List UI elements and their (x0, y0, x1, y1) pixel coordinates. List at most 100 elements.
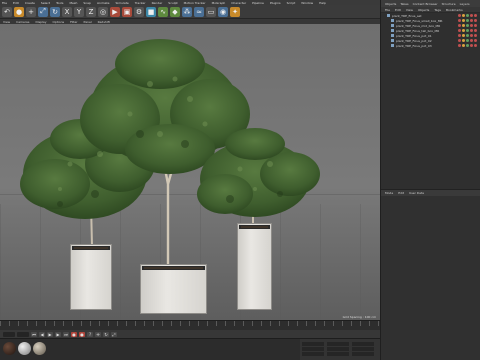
go-to-start-icon[interactable]: ⏮ (31, 331, 37, 337)
om-menu-item-1[interactable]: Edit (395, 8, 401, 12)
tag-icon[interactable] (462, 14, 465, 17)
tag-icon[interactable] (470, 14, 473, 17)
menu-item-3[interactable]: Select (41, 1, 50, 5)
tag-icon[interactable] (474, 24, 477, 27)
tag-icon[interactable] (462, 34, 465, 37)
om-tab-3[interactable]: Structure (442, 2, 456, 6)
tag-icon[interactable] (462, 24, 465, 27)
tag-icon[interactable] (466, 19, 469, 22)
tag-icon[interactable] (458, 14, 461, 17)
object-row[interactable]: plant_TRE_Ficus_pot_03 (381, 43, 480, 48)
tag-icon[interactable] (458, 44, 461, 47)
om-tab-4[interactable]: Layers (460, 2, 470, 6)
viewport-menu-item-5[interactable]: Panel (84, 20, 92, 24)
tag-icon[interactable] (458, 24, 461, 27)
tag-icon[interactable] (466, 34, 469, 37)
viewport-menu-item-4[interactable]: Filter (70, 20, 77, 24)
size-x-field[interactable] (327, 341, 349, 346)
tag-icon[interactable] (466, 39, 469, 42)
menu-item-17[interactable]: Script (287, 1, 296, 5)
om-tab-1[interactable]: Takes (400, 2, 408, 6)
keyframe-selection-icon[interactable]: ? (87, 331, 93, 337)
tag-icon[interactable] (470, 44, 473, 47)
om-menu-item-5[interactable]: Bookmarks (446, 8, 463, 12)
tag-icon[interactable] (474, 19, 477, 22)
rot-p-field[interactable] (352, 346, 374, 351)
tag-icon[interactable] (458, 19, 461, 22)
viewport-menu-item-2[interactable]: Display (35, 20, 46, 24)
menu-item-15[interactable]: Pipeline (252, 1, 264, 5)
tag-icon[interactable] (474, 34, 477, 37)
menu-item-14[interactable]: Character (231, 1, 246, 5)
move-icon[interactable]: + (26, 6, 36, 17)
planter-small[interactable] (70, 244, 112, 310)
planter-mid[interactable] (140, 264, 207, 314)
go-to-end-icon[interactable]: ⏭ (63, 331, 69, 337)
tag-icon[interactable] (474, 44, 477, 47)
om-menu-item-3[interactable]: Objects (418, 8, 429, 12)
tag-icon[interactable] (466, 29, 469, 32)
om-tab-2[interactable]: Content Browser (413, 2, 438, 6)
y-axis-icon[interactable]: Y (74, 6, 84, 17)
array-icon[interactable]: ⁂ (182, 6, 192, 17)
om-menu-item-0[interactable]: File (385, 8, 390, 12)
tag-icon[interactable] (458, 39, 461, 42)
3d-viewport[interactable] (0, 24, 380, 320)
undo-icon[interactable]: ↶ (2, 6, 12, 17)
tag-icon[interactable] (470, 24, 473, 27)
rot-h-field[interactable] (352, 341, 374, 346)
menu-item-5[interactable]: Mesh (69, 1, 77, 5)
tag-icon[interactable] (470, 34, 473, 37)
menu-item-10[interactable]: Render (152, 1, 163, 5)
material-soil-swatch[interactable] (33, 342, 46, 355)
tag-icon[interactable] (466, 24, 469, 27)
coord-z-field[interactable] (302, 351, 324, 356)
menu-item-19[interactable]: Help (319, 1, 326, 5)
om-tab-0[interactable]: Objects (385, 2, 396, 6)
subdivision-icon[interactable]: ◆ (170, 6, 180, 17)
menu-item-12[interactable]: Motion Tracker (184, 1, 206, 5)
tag-icon[interactable] (470, 39, 473, 42)
menu-item-7[interactable]: Animate (97, 1, 110, 5)
menu-item-8[interactable]: Simulate (116, 1, 129, 5)
om-menu-item-4[interactable]: Tags (434, 8, 441, 12)
scale-icon[interactable]: ⤢ (38, 6, 48, 17)
viewport-menu-item-1[interactable]: Cameras (16, 20, 29, 24)
menu-item-6[interactable]: Snap (83, 1, 91, 5)
tag-icon[interactable] (466, 44, 469, 47)
attr-menu-item-1[interactable]: Edit (398, 191, 404, 195)
tag-icon[interactable] (466, 14, 469, 17)
planter-tall[interactable] (237, 223, 272, 310)
record-icon[interactable]: ● (71, 331, 77, 337)
floor-icon[interactable]: ▭ (206, 6, 216, 17)
autokey-icon[interactable]: ● (79, 331, 85, 337)
cube-icon[interactable]: ■ (146, 6, 156, 17)
end-frame-field[interactable] (17, 331, 29, 337)
deformer-icon[interactable]: ≈ (194, 6, 204, 17)
tag-icon[interactable] (462, 39, 465, 42)
viewport-menu-item-6[interactable]: Redshift (98, 20, 110, 24)
next-key-icon[interactable]: ▶ (55, 331, 61, 337)
live-selection-icon[interactable]: ● (14, 6, 24, 17)
tag-icon[interactable] (474, 39, 477, 42)
spline-pen-icon[interactable]: ∿ (158, 6, 168, 17)
z-axis-icon[interactable]: Z (86, 6, 96, 17)
render-view-icon[interactable]: ▶ (110, 6, 120, 17)
tag-icon[interactable] (458, 29, 461, 32)
x-axis-icon[interactable]: X (62, 6, 72, 17)
play-icon[interactable]: ▶ (47, 331, 53, 337)
menu-item-16[interactable]: Plugins (270, 1, 281, 5)
viewport-menu-item-3[interactable]: Options (53, 20, 65, 24)
tag-icon[interactable] (462, 44, 465, 47)
coord-x-field[interactable] (302, 341, 324, 346)
menu-item-1[interactable]: Edit (13, 1, 19, 5)
light-icon[interactable]: ✦ (230, 6, 240, 17)
tag-icon[interactable] (474, 29, 477, 32)
previous-key-icon[interactable]: ◀ (39, 331, 45, 337)
menu-item-18[interactable]: Window (301, 1, 313, 5)
menu-item-13[interactable]: MoGraph (212, 1, 226, 5)
material-bark-swatch[interactable] (3, 342, 16, 355)
rotate-icon[interactable]: ↻ (50, 6, 60, 17)
rot-b-field[interactable] (352, 351, 374, 356)
tag-icon[interactable] (474, 14, 477, 17)
